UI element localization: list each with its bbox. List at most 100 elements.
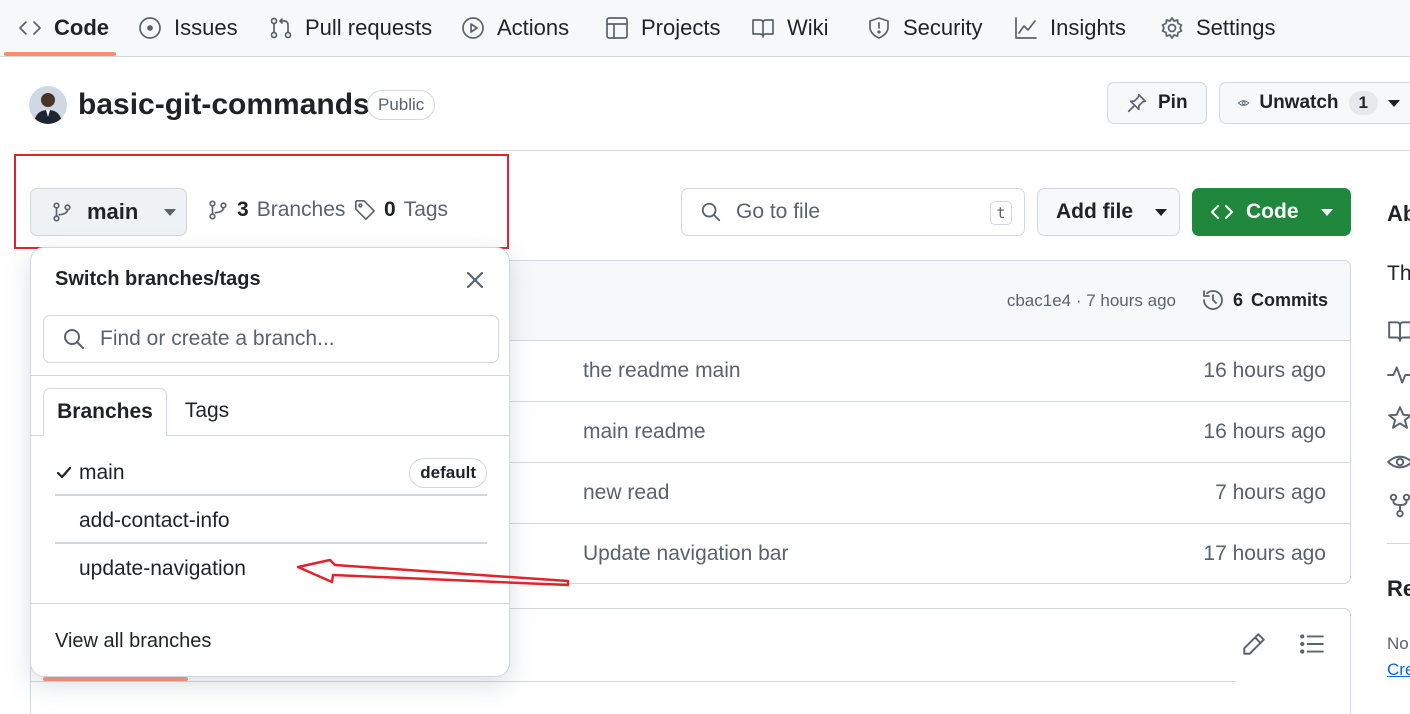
footer-divider: [31, 603, 509, 604]
add-file-label: Add file: [1056, 200, 1133, 223]
item-separator: [55, 494, 487, 496]
commit-message[interactable]: new read: [583, 481, 669, 505]
add-file-button[interactable]: Add file: [1037, 188, 1180, 236]
tab-projects[interactable]: Projects: [605, 0, 720, 56]
repo-name[interactable]: basic-git-commands: [78, 86, 370, 124]
avatar[interactable]: [29, 86, 67, 124]
tab-wiki[interactable]: Wiki: [751, 0, 829, 56]
fork-icon: [1389, 493, 1410, 518]
tab-code[interactable]: Code: [18, 0, 109, 56]
branch-name: main: [79, 461, 125, 484]
close-icon: [466, 271, 484, 289]
tab-pull-requests[interactable]: Pull requests: [269, 0, 432, 56]
annotation-arrow-icon: [296, 558, 570, 587]
readme-tab-divider: [31, 681, 1236, 682]
history-icon: [1203, 290, 1223, 310]
tab-projects-label: Projects: [641, 15, 721, 40]
gear-icon: [1161, 17, 1183, 39]
chevron-down-icon: [1320, 208, 1333, 216]
commit-message[interactable]: the readme main: [583, 359, 741, 383]
pull-request-icon: [270, 17, 292, 39]
pin-button[interactable]: Pin: [1107, 82, 1207, 124]
issue-icon: [139, 17, 161, 39]
releases-heading: Re: [1387, 576, 1410, 601]
tab-settings[interactable]: Settings: [1160, 0, 1276, 56]
header-divider: [30, 150, 1410, 151]
chevron-down-icon: [1155, 208, 1167, 216]
activity-link[interactable]: [1387, 362, 1410, 388]
annotation-highlight-box: [14, 154, 509, 249]
tab-insights-label: Insights: [1050, 15, 1126, 40]
commit-time: 16 hours ago: [1203, 420, 1326, 443]
branch-search-placeholder: Find or create a branch...: [100, 327, 335, 350]
code-button-label: Code: [1246, 200, 1299, 223]
code-button[interactable]: Code: [1192, 188, 1351, 236]
search-icon: [64, 329, 84, 349]
tab-actions-label: Actions: [497, 15, 570, 40]
tab-wiki-label: Wiki: [787, 15, 829, 40]
close-button[interactable]: [463, 268, 487, 292]
unwatch-button[interactable]: Unwatch 1: [1219, 82, 1410, 124]
go-to-file-input[interactable]: Go to file t: [681, 188, 1025, 236]
code-icon: [19, 21, 41, 35]
outline-button[interactable]: [1299, 631, 1329, 661]
book-icon: [1388, 321, 1410, 342]
dropdown-title: Switch branches/tags: [55, 268, 261, 290]
eye-icon: [1387, 455, 1410, 469]
readme-link[interactable]: [1387, 318, 1410, 344]
create-release-link[interactable]: Cre: [1387, 660, 1410, 680]
commit-message[interactable]: Update navigation bar: [583, 542, 788, 566]
commit-message[interactable]: main readme: [583, 420, 706, 444]
branch-item-add-contact-info[interactable]: add-contact-info: [55, 498, 487, 544]
play-icon: [462, 17, 484, 39]
commits-count: 6: [1232, 289, 1243, 310]
branch-search-input[interactable]: Find or create a branch...: [43, 315, 499, 363]
star-icon: [1388, 406, 1410, 429]
graph-icon: [1015, 17, 1037, 39]
about-heading: Ab: [1387, 201, 1410, 226]
watchers-link[interactable]: [1387, 449, 1410, 475]
tab-actions[interactable]: Actions: [461, 0, 569, 56]
search-icon: [701, 202, 721, 222]
dropdown-divider: [31, 375, 509, 376]
pencil-icon: [1243, 633, 1265, 655]
shield-icon: [869, 17, 889, 39]
code-icon: [1211, 205, 1233, 219]
check-icon: [55, 464, 73, 482]
tab-tags[interactable]: Tags: [167, 388, 247, 436]
list-icon: [1300, 634, 1324, 654]
keyboard-shortcut-hint: t: [990, 201, 1012, 225]
edit-readme-button[interactable]: [1241, 631, 1271, 661]
commits-label: Commits: [1250, 289, 1328, 310]
tab-issues[interactable]: Issues: [138, 0, 238, 56]
branch-item-main[interactable]: main default: [55, 450, 487, 496]
commit-time: 7 hours ago: [1215, 481, 1326, 504]
pulse-icon: [1387, 366, 1410, 384]
watch-count: 1: [1348, 91, 1378, 115]
latest-commit-info[interactable]: cbac1e4 · 7 hours ago: [1007, 291, 1176, 311]
tab-branches[interactable]: Branches: [43, 388, 167, 436]
tab-pull-requests-label: Pull requests: [305, 15, 433, 40]
sidebar-divider: [1387, 543, 1410, 544]
tab-code-label: Code: [54, 15, 109, 40]
eye-icon: [1238, 100, 1250, 106]
chevron-down-icon: [1388, 99, 1400, 107]
commits-link[interactable]: 6 Commits: [1201, 288, 1328, 312]
tab-security[interactable]: Security: [867, 0, 982, 56]
repo-nav: Code Issues Pull requests Actions Projec…: [0, 0, 1410, 57]
view-all-branches-link[interactable]: View all branches: [55, 630, 211, 653]
commit-time: 16 hours ago: [1203, 359, 1326, 382]
table-icon: [606, 17, 628, 39]
branch-switcher-dropdown: Switch branches/tags Find or create a br…: [30, 247, 510, 677]
stars-link[interactable]: [1387, 405, 1410, 431]
tab-security-label: Security: [903, 15, 983, 40]
visibility-badge: Public: [367, 90, 436, 120]
forks-link[interactable]: [1387, 492, 1410, 518]
item-separator: [55, 542, 487, 544]
about-description: Th: [1387, 262, 1410, 285]
default-badge: default: [409, 458, 487, 488]
branch-name: update-navigation: [79, 557, 246, 580]
tab-issues-label: Issues: [174, 15, 238, 40]
tab-insights[interactable]: Insights: [1014, 0, 1126, 56]
active-tab-indicator: [4, 52, 116, 56]
